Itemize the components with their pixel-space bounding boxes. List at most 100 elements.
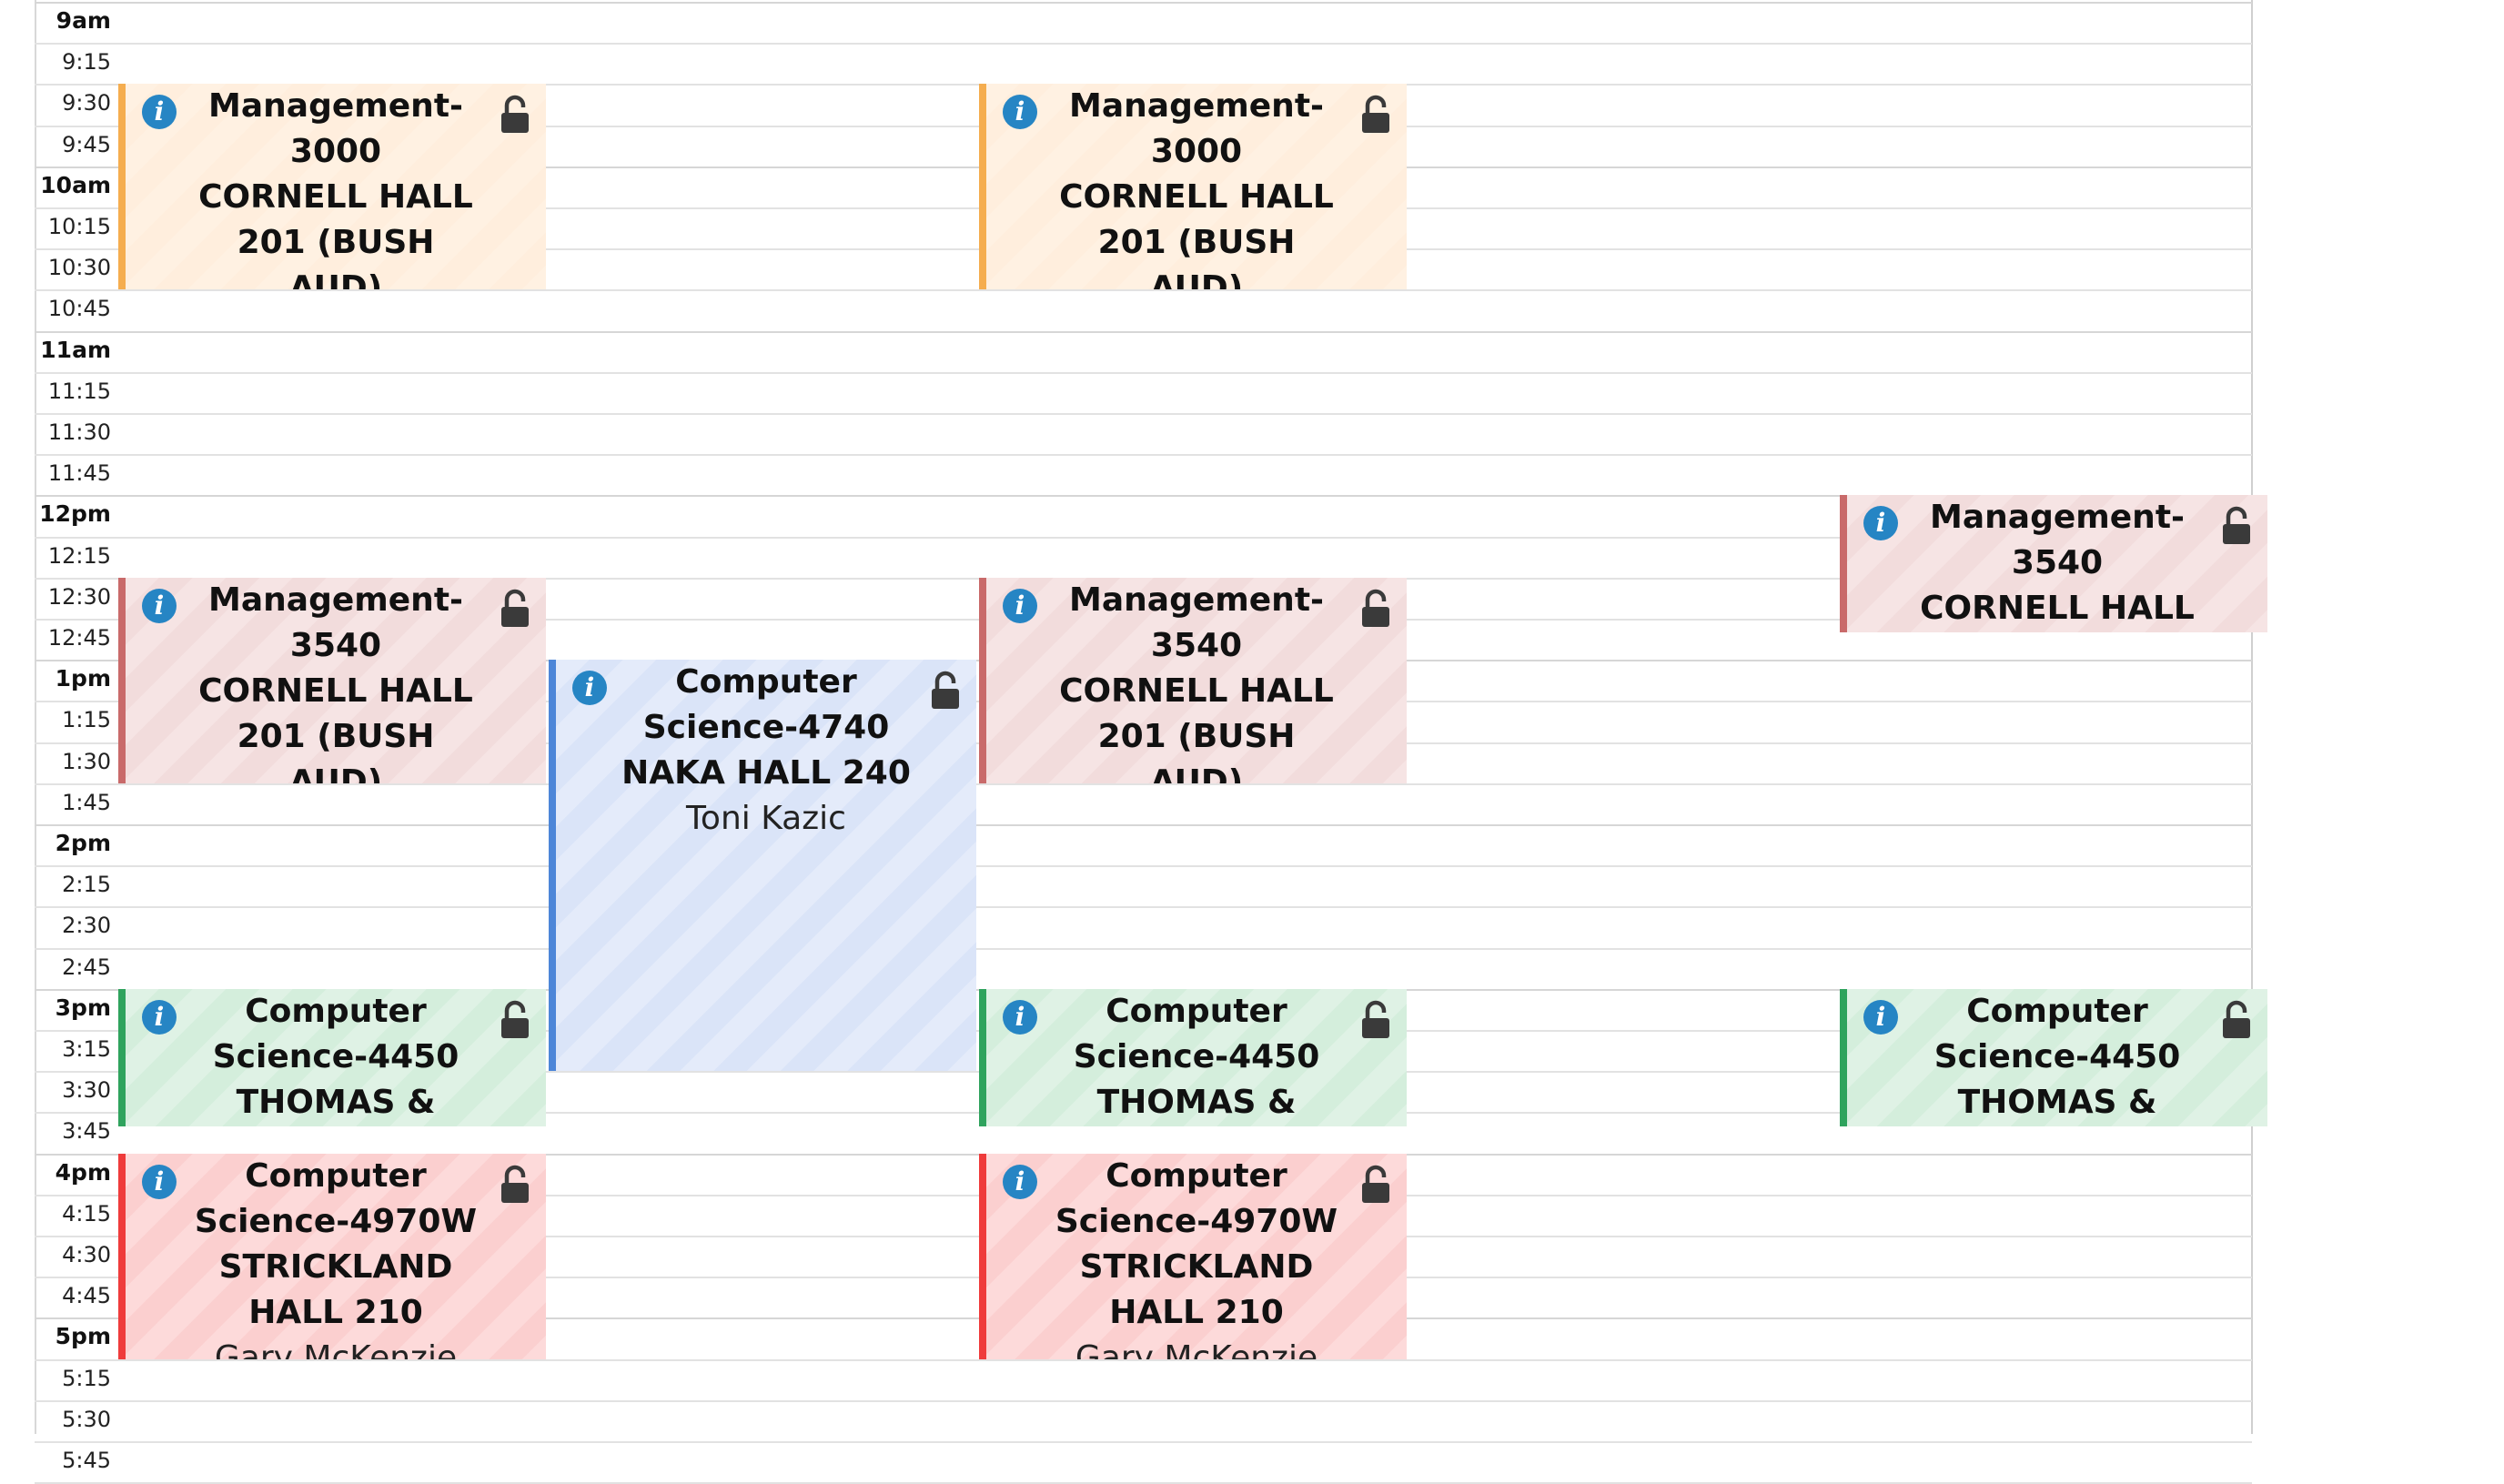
event-room: THOMAS & NELL [1957,1084,2157,1121]
event-details: Management-3540 CORNELL HALL 201 (BUSH AU… [986,578,1407,783]
time-label: 12:15 [47,543,111,569]
course-event[interactable]: iComputer Science-4450THOMAS & NELL [1840,989,2267,1126]
event-details: Computer Science-4970W STRICKLAND HALL 21… [126,1154,546,1359]
time-label: 9:45 [62,132,111,157]
time-label: 10:15 [47,214,111,239]
time-label: 4:45 [62,1283,111,1308]
grid-line [35,906,2252,908]
time-label: 11:15 [47,379,111,404]
event-details: Computer Science-4740 NAKA HALL 240 Toni K… [556,660,976,842]
event-room: THOMAS & NELL [236,1084,436,1121]
time-label: 2:15 [62,872,111,897]
grid-line [35,1441,2252,1443]
course-event[interactable]: iManagement-3540CORNELL HALL 131Sherry M… [1840,495,2267,632]
event-details: Computer Science-4450 THOMAS & NELL [126,989,546,1126]
event-details: Computer Science-4450 THOMAS & NELL [986,989,1407,1126]
course-event[interactable]: i Management-3540 CORNELL HALL 201 (BUSH A… [979,578,1407,783]
grid-line [35,289,2252,291]
time-label: 3:45 [62,1118,111,1144]
time-label: 9:30 [62,90,111,116]
event-title: Management-3000 [208,87,463,170]
event-title: Computer Science-4450 [212,993,459,1075]
time-label: 4pm [55,1159,111,1186]
event-details: Management-3540 CORNELL HALL 201 (BUSH AU… [126,578,546,783]
event-room: STRICKLAND HALL 210 [218,1248,453,1331]
event-instructor: Gary McKenzie [214,1339,458,1359]
time-label: 5:45 [62,1448,111,1473]
event-title: Computer Science-4450 [1073,993,1320,1075]
time-label: 9:15 [62,49,111,75]
time-label: 2:30 [62,913,111,938]
grid-line [35,2,2252,4]
event-room: CORNELL HALL 201 (BUSH AUD) [1059,672,1334,783]
time-label: 3:30 [62,1077,111,1103]
time-label: 9am [56,7,111,34]
time-label: 2:45 [62,954,111,980]
time-label: 1:30 [62,749,111,774]
event-room: THOMAS & NELL [1096,1084,1297,1121]
event-details: Computer Science-4450 THOMAS & NELL [1847,989,2267,1126]
course-event[interactable]: i Management-3000 CORNELL HALL 201 (BUSH A… [979,84,1407,289]
grid-line [35,1400,2252,1402]
event-room: NAKA HALL 240 [621,754,911,792]
event-title: Management-3000 [1069,87,1324,170]
time-label: 10:30 [47,255,111,280]
time-label: 4:15 [62,1201,111,1227]
time-label: 10am [40,172,111,198]
event-instructor: Toni Kazic [686,800,846,837]
event-title: Management-3540 [208,581,463,664]
event-title: Computer Science-4970W [194,1157,478,1240]
time-label: 1:45 [62,790,111,815]
time-label: 1pm [55,665,111,692]
time-label: 12pm [39,500,111,527]
time-label: 12:45 [47,625,111,651]
event-room: CORNELL HALL 201 (BUSH AUD) [1059,178,1334,289]
course-event[interactable]: iComputer Science-4450THOMAS & NELL [118,989,546,1126]
time-label: 12:30 [47,584,111,610]
time-label: 3pm [55,994,111,1021]
grid-line [35,454,2252,456]
grid-line [35,1359,2252,1361]
time-label: 5:30 [62,1407,111,1432]
event-room: STRICKLAND HALL 210 [1079,1248,1314,1331]
event-instructor: Gary McKenzie [1075,1339,1318,1359]
week-calendar-grid: 9am 9:15 9:30 9:45 10am 10:15 10:30 10:45 11am 11… [0,0,2504,1484]
event-title: Computer Science-4740 [642,663,890,746]
event-room: CORNELL HALL 201 (BUSH AUD) [198,178,473,289]
time-label: 1:15 [62,707,111,732]
time-label: 11am [40,337,111,363]
grid-line [35,43,2252,45]
calendar-right-border [2251,0,2253,1434]
course-event[interactable]: iComputer Science-4450THOMAS & NELL [979,989,1407,1126]
grid-line [35,331,2252,333]
event-details: Management-3000 CORNELL HALL 201 (BUSH AU… [126,84,546,289]
event-details: Management-3000 CORNELL HALL 201 (BUSH AU… [986,84,1407,289]
event-room: CORNELL HALL 131 [1920,590,2195,627]
grid-line [35,783,2252,785]
event-room: CORNELL HALL 201 (BUSH AUD) [198,672,473,783]
grid-line [35,372,2252,374]
time-label: 11:45 [47,460,111,486]
grid-line [35,865,2252,867]
grid-line [35,948,2252,950]
time-label: 11:30 [47,419,111,445]
event-title: Management-3540 [1930,499,2185,581]
time-label: 10:45 [47,296,111,321]
event-title: Computer Science-4450 [1934,993,2181,1075]
event-details: Computer Science-4970W STRICKLAND HALL 21… [986,1154,1407,1359]
time-label: 3:15 [62,1036,111,1062]
event-title: Computer Science-4970W [1055,1157,1338,1240]
course-event[interactable]: i Computer Science-4970W STRICKLAND HALL 2… [118,1154,546,1359]
time-label: 5:15 [62,1366,111,1391]
grid-line [35,413,2252,415]
course-event[interactable]: i Management-3000 CORNELL HALL 201 (BUSH A… [118,84,546,289]
grid-line [35,824,2252,826]
event-title: Management-3540 [1069,581,1324,664]
course-event[interactable]: i Computer Science-4970W STRICKLAND HALL 2… [979,1154,1407,1359]
time-label: 4:30 [62,1242,111,1267]
time-label: 5pm [55,1323,111,1349]
course-event[interactable]: i Management-3540 CORNELL HALL 201 (BUSH A… [118,578,546,783]
event-details: Management-3540CORNELL HALL 131Sherry Ma… [1847,495,2267,632]
time-label: 2pm [55,830,111,856]
course-event[interactable]: i Computer Science-4740 NAKA HALL 240 Toni … [549,660,976,1071]
